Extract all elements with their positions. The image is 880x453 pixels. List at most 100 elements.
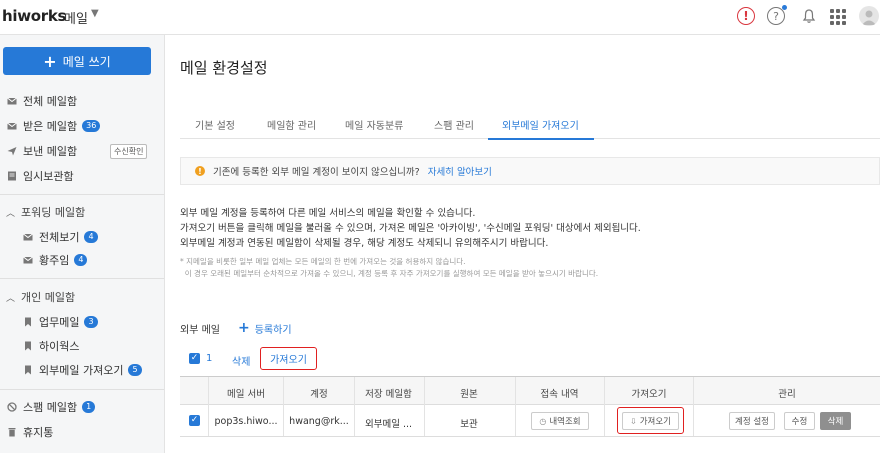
mail-icon [7, 96, 17, 106]
sidebar-item-external-fetch[interactable]: 외부메일 가져오기 5 [0, 359, 142, 381]
history-label: 내역조회 [549, 417, 581, 427]
tab-spam[interactable]: 스팸 관리 [434, 117, 474, 132]
table-row: ✓ pop3s.hiwo... hwang@rk... 외부메일 ... 보관 … [180, 406, 880, 437]
fetch-button[interactable]: 가져오기 [260, 347, 317, 370]
sidebar-divider [0, 389, 164, 390]
column-header: 접속 내역 [540, 389, 579, 400]
unread-badge: 5 [128, 364, 142, 376]
sidebar-item-label: 전체 메일함 [23, 95, 78, 108]
apps-grid-icon[interactable] [830, 9, 846, 25]
column-header: 가져오기 [631, 389, 667, 400]
clock-icon: ◷ [539, 416, 547, 426]
description: 외부 메일 계정을 등록하여 다른 메일 서비스의 메일을 확인할 수 있습니다… [180, 206, 641, 251]
sidebar-item-inbox[interactable]: 받은 메일함 36 [0, 115, 101, 137]
unread-badge: 1 [82, 401, 96, 413]
row-delete-button[interactable]: 삭제 [820, 412, 851, 430]
sidebar-item-label: 외부메일 가져오기 [39, 364, 124, 377]
hiworks-logo[interactable]: hiworks [2, 7, 66, 25]
sidebar-item-label: 보낸 메일함 [23, 145, 78, 158]
description-line: 가져오기 버튼을 클릭해 메일을 불러올 수 있으며, 가져온 메일은 '아카이… [180, 223, 641, 234]
edit-button[interactable]: 수정 [784, 412, 815, 430]
column-header: 관리 [778, 389, 796, 400]
sidebar-item-label: 업무메일 [39, 316, 80, 329]
active-tab-indicator [488, 138, 594, 140]
sidebar-item-label: 전체보기 [39, 231, 80, 244]
bookmark-icon [23, 341, 33, 351]
bookmark-icon [23, 365, 33, 375]
sidebar: + 메일 쓰기 전체 메일함 받은 메일함 36 보낸 메일함 수신확인 임시보… [0, 35, 165, 453]
tab-auto-sort[interactable]: 메일 자동분류 [345, 117, 403, 132]
register-label: 등록하기 [254, 324, 292, 336]
app-switcher-chevron-icon[interactable]: ▼ [91, 8, 99, 19]
column-header: 원본 [460, 389, 478, 400]
plus-icon: + [238, 320, 250, 336]
select-all-checkbox[interactable]: ✓ [189, 353, 200, 364]
tab-basic[interactable]: 기본 설정 [195, 117, 235, 132]
alert-icon[interactable]: ! [737, 7, 755, 25]
bell-icon[interactable] [799, 6, 819, 26]
sidebar-group-forwarding[interactable]: ︿ 포워딩 메일함 [0, 201, 85, 223]
sidebar-item-sent[interactable]: 보낸 메일함 [0, 140, 77, 162]
external-mail-label: 외부 메일 [180, 325, 220, 336]
sidebar-item-all-mail[interactable]: 전체 메일함 [0, 90, 77, 112]
history-button[interactable]: ◷ 내역조회 [531, 412, 589, 430]
external-accounts-table: 메일 서버 계정 저장 메일함 원본 접속 내역 가져오기 관리 ✓ pop3s… [180, 376, 880, 437]
column-header: 저장 메일함 [365, 389, 412, 400]
chevron-up-icon: ︿ [6, 293, 16, 304]
sidebar-item-work[interactable]: 업무메일 3 [0, 311, 98, 333]
account-settings-button[interactable]: 계정 설정 [729, 412, 775, 430]
unread-badge: 3 [84, 316, 98, 328]
help-notification-dot [782, 5, 787, 10]
column-header: 계정 [310, 389, 328, 400]
sidebar-divider [0, 278, 164, 279]
sidebar-item-label: 황주임 [39, 254, 70, 267]
info-icon: ! [195, 166, 205, 176]
sidebar-group-personal[interactable]: ︿ 개인 메일함 [0, 286, 75, 308]
description-line: 외부 메일 계정을 등록하여 다른 메일 서비스의 메일을 확인할 수 있습니다… [180, 208, 476, 219]
mail-icon [23, 232, 33, 242]
unread-badge: 4 [84, 231, 98, 243]
sidebar-item-drafts[interactable]: 임시보관함 [0, 165, 74, 187]
notice-banner: ! 기존에 등록한 외부 메일 계정이 보이지 않으십니까? 자세히 알아보기 [180, 157, 880, 185]
trash-icon [7, 427, 17, 437]
sidebar-group-title: 포워딩 메일함 [21, 206, 86, 219]
unread-badge: 4 [74, 254, 88, 266]
compose-label: 메일 쓰기 [62, 54, 111, 69]
sidebar-item-forward-all[interactable]: 전체보기 4 [0, 226, 98, 248]
sidebar-item-hwang[interactable]: 황주임 4 [0, 249, 88, 271]
sidebar-divider [0, 194, 164, 195]
tab-external-fetch[interactable]: 외부메일 가져오기 [502, 117, 579, 132]
column-header: 메일 서버 [227, 389, 265, 400]
top-bar: hiworks 메일 ▼ ! ? [0, 0, 880, 34]
small-note-line: 이 경우 오래된 메일부터 순차적으로 가져올 수 있으니, 계정 등록 후 자… [180, 269, 599, 278]
settings-tabs: 기본 설정 메일함 관리 메일 자동분류 스팸 관리 외부메일 가져오기 [180, 111, 880, 140]
tab-mailbox[interactable]: 메일함 관리 [267, 117, 316, 132]
register-button[interactable]: + 등록하기 [238, 320, 292, 336]
delete-button[interactable]: 삭제 [232, 353, 250, 368]
sidebar-item-label: 임시보관함 [23, 170, 74, 183]
bookmark-icon [23, 317, 33, 327]
sidebar-item-label: 받은 메일함 [23, 120, 78, 133]
sidebar-group-title: 개인 메일함 [21, 291, 76, 304]
fetch-icon: ⇩ [630, 416, 637, 426]
small-note-line: * 지메일을 비롯한 일부 메일 업체는 모든 메일의 한 번에 가져오는 것을… [180, 257, 466, 266]
sidebar-item-hiworks[interactable]: 하이웍스 [0, 335, 79, 357]
sidebar-item-spam[interactable]: 스팸 메일함 1 [0, 396, 96, 418]
table-header: 메일 서버 계정 저장 메일함 원본 접속 내역 가져오기 관리 [180, 377, 880, 405]
app-switcher-label[interactable]: 메일 [64, 8, 88, 27]
compose-button[interactable]: + 메일 쓰기 [3, 47, 151, 75]
unread-badge: 36 [82, 120, 101, 132]
inbox-icon [7, 121, 17, 131]
block-icon [7, 402, 17, 412]
row-checkbox[interactable]: ✓ [189, 415, 200, 426]
avatar[interactable] [859, 6, 879, 26]
sidebar-item-trash[interactable]: 휴지통 [0, 421, 53, 443]
learn-more-link[interactable]: 자세히 알아보기 [428, 164, 492, 178]
row-fetch-button[interactable]: ⇩ 가져오기 [622, 412, 679, 430]
server-cell: pop3s.hiwo... [214, 416, 278, 427]
mailbox-cell: 외부메일 ... [364, 419, 413, 430]
original-cell: 보관 [460, 419, 478, 430]
account-cell: hwang@rk... [289, 416, 349, 427]
draft-icon [7, 171, 17, 181]
read-receipt-button[interactable]: 수신확인 [110, 144, 148, 159]
